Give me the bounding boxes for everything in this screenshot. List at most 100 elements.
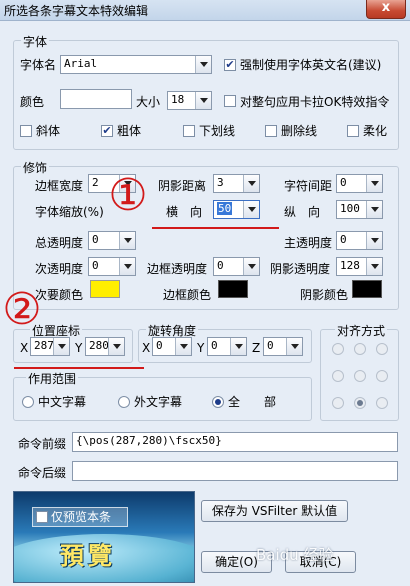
secondary-alpha-label: 次透明度 xyxy=(35,262,84,276)
vertical-label: 纵 向 xyxy=(284,205,321,219)
vertical-scale-value: 100 xyxy=(340,202,360,215)
border-alpha-combo[interactable]: 0 xyxy=(213,257,260,276)
chevron-down-icon[interactable] xyxy=(108,338,124,355)
align-top-right-radio[interactable] xyxy=(376,343,388,355)
rot-z-label: Z xyxy=(252,341,261,355)
chevron-down-icon[interactable] xyxy=(366,258,382,275)
rot-x-value: 0 xyxy=(156,339,163,352)
italic-checkbox[interactable] xyxy=(20,125,32,137)
command-suffix-label: 命令后缀 xyxy=(18,466,67,480)
shadow-distance-combo[interactable]: 3 xyxy=(213,174,260,193)
size-combo[interactable]: 18 xyxy=(167,91,212,110)
save-default-button[interactable]: 保存为 VSFilter 默认值 xyxy=(201,500,348,522)
chevron-down-icon[interactable] xyxy=(195,92,211,109)
align-top-center-radio[interactable] xyxy=(354,343,366,355)
align-bottom-center-radio[interactable] xyxy=(354,397,366,409)
chevron-down-icon[interactable] xyxy=(53,338,69,355)
command-prefix-label: 命令前缀 xyxy=(18,437,67,451)
shadow-alpha-value: 128 xyxy=(340,259,360,272)
font-name-label: 字体名 xyxy=(20,58,57,72)
border-color-swatch[interactable] xyxy=(218,280,248,298)
underline-checkbox[interactable] xyxy=(183,125,195,137)
secondary-color-swatch[interactable] xyxy=(90,280,120,298)
scope-all-radio[interactable] xyxy=(212,396,224,408)
total-alpha-value: 0 xyxy=(92,233,99,246)
bold-label: 粗体 xyxy=(117,124,142,138)
primary-alpha-label: 主透明度 xyxy=(284,236,333,250)
font-name-value: Arial xyxy=(64,57,98,70)
align-bottom-left-radio[interactable] xyxy=(332,397,344,409)
rot-z-value: 0 xyxy=(267,339,274,352)
size-label: 大小 xyxy=(136,95,161,109)
horizontal-scale-combo[interactable]: 50 xyxy=(213,200,260,219)
scope-group-legend: 作用范围 xyxy=(26,370,79,387)
rot-z-combo[interactable]: 0 xyxy=(263,337,303,356)
border-width-value: 2 xyxy=(92,176,99,189)
chevron-down-icon[interactable] xyxy=(243,175,259,192)
preview-sample-text: 預覽 xyxy=(60,542,116,570)
underline-label: 下划线 xyxy=(199,124,236,138)
strikeout-checkbox[interactable] xyxy=(265,125,277,137)
chevron-down-icon[interactable] xyxy=(119,232,135,249)
scope-chinese-label: 中文字幕 xyxy=(38,395,87,409)
chevron-down-icon[interactable] xyxy=(366,201,382,218)
only-preview-toggle[interactable]: 仅预览本条 xyxy=(32,507,128,527)
pos-x-combo[interactable]: 287 xyxy=(30,337,70,356)
primary-alpha-combo[interactable]: 0 xyxy=(336,231,383,250)
pos-x-value: 287 xyxy=(34,339,54,352)
align-middle-left-radio[interactable] xyxy=(332,370,344,382)
italic-label: 斜体 xyxy=(36,124,61,138)
shadow-color-label: 阴影颜色 xyxy=(300,288,349,302)
border-alpha-label: 边框透明度 xyxy=(147,262,208,276)
chevron-down-icon[interactable] xyxy=(243,201,259,218)
scope-chinese-radio[interactable] xyxy=(22,396,34,408)
annotation-underline-one xyxy=(152,227,279,229)
primary-alpha-value: 0 xyxy=(340,233,347,246)
pos-y-combo[interactable]: 280 xyxy=(85,337,125,356)
secondary-alpha-combo[interactable]: 0 xyxy=(88,257,136,276)
scope-foreign-radio[interactable] xyxy=(118,396,130,408)
chevron-down-icon[interactable] xyxy=(230,338,246,355)
shadow-color-swatch[interactable] xyxy=(352,280,382,298)
soften-label: 柔化 xyxy=(363,124,388,138)
bold-checkbox[interactable]: ✔ xyxy=(101,125,113,137)
total-alpha-combo[interactable]: 0 xyxy=(88,231,136,250)
close-button[interactable]: x xyxy=(366,0,406,19)
shadow-distance-value: 3 xyxy=(217,176,224,189)
rot-x-combo[interactable]: 0 xyxy=(152,337,192,356)
pos-x-label: X xyxy=(20,341,29,355)
size-value: 18 xyxy=(171,93,185,106)
border-color-label: 边框颜色 xyxy=(163,288,212,302)
border-alpha-value: 0 xyxy=(217,259,224,272)
apply-ok-checkbox[interactable] xyxy=(224,95,236,107)
command-suffix-input[interactable] xyxy=(72,461,398,481)
align-middle-right-radio[interactable] xyxy=(376,370,388,382)
align-bottom-right-radio[interactable] xyxy=(376,397,388,409)
modify-group-legend: 修饰 xyxy=(21,159,50,176)
vertical-scale-combo[interactable]: 100 xyxy=(336,200,383,219)
font-scale-label: 字体缩放(%) xyxy=(35,205,104,219)
align-top-left-radio[interactable] xyxy=(332,343,344,355)
color-label: 颜色 xyxy=(20,95,45,109)
chevron-down-icon[interactable] xyxy=(175,338,191,355)
chevron-down-icon[interactable] xyxy=(243,258,259,275)
chevron-down-icon[interactable] xyxy=(195,56,211,73)
force-english-checkbox[interactable]: ✔ xyxy=(224,59,236,71)
font-name-combo[interactable]: Arial xyxy=(60,55,212,74)
chevron-down-icon[interactable] xyxy=(366,232,382,249)
soften-checkbox[interactable] xyxy=(347,125,359,137)
rot-y-combo[interactable]: 0 xyxy=(207,337,247,356)
chevron-down-icon[interactable] xyxy=(366,175,382,192)
border-width-label: 边框宽度 xyxy=(35,179,84,193)
annotation-mark-one: ① xyxy=(108,170,148,221)
command-prefix-input[interactable]: {\pos(287,280)\fscx50} xyxy=(72,432,398,452)
chevron-down-icon[interactable] xyxy=(119,258,135,275)
only-preview-checkbox[interactable] xyxy=(36,511,48,523)
chevron-down-icon[interactable] xyxy=(286,338,302,355)
align-middle-center-radio[interactable] xyxy=(354,370,366,382)
shadow-alpha-combo[interactable]: 128 xyxy=(336,257,383,276)
scope-all-label: 全 部 xyxy=(228,395,277,409)
char-spacing-combo[interactable]: 0 xyxy=(336,174,383,193)
font-color-swatch[interactable] xyxy=(60,89,132,109)
horizontal-scale-value: 50 xyxy=(217,202,233,215)
